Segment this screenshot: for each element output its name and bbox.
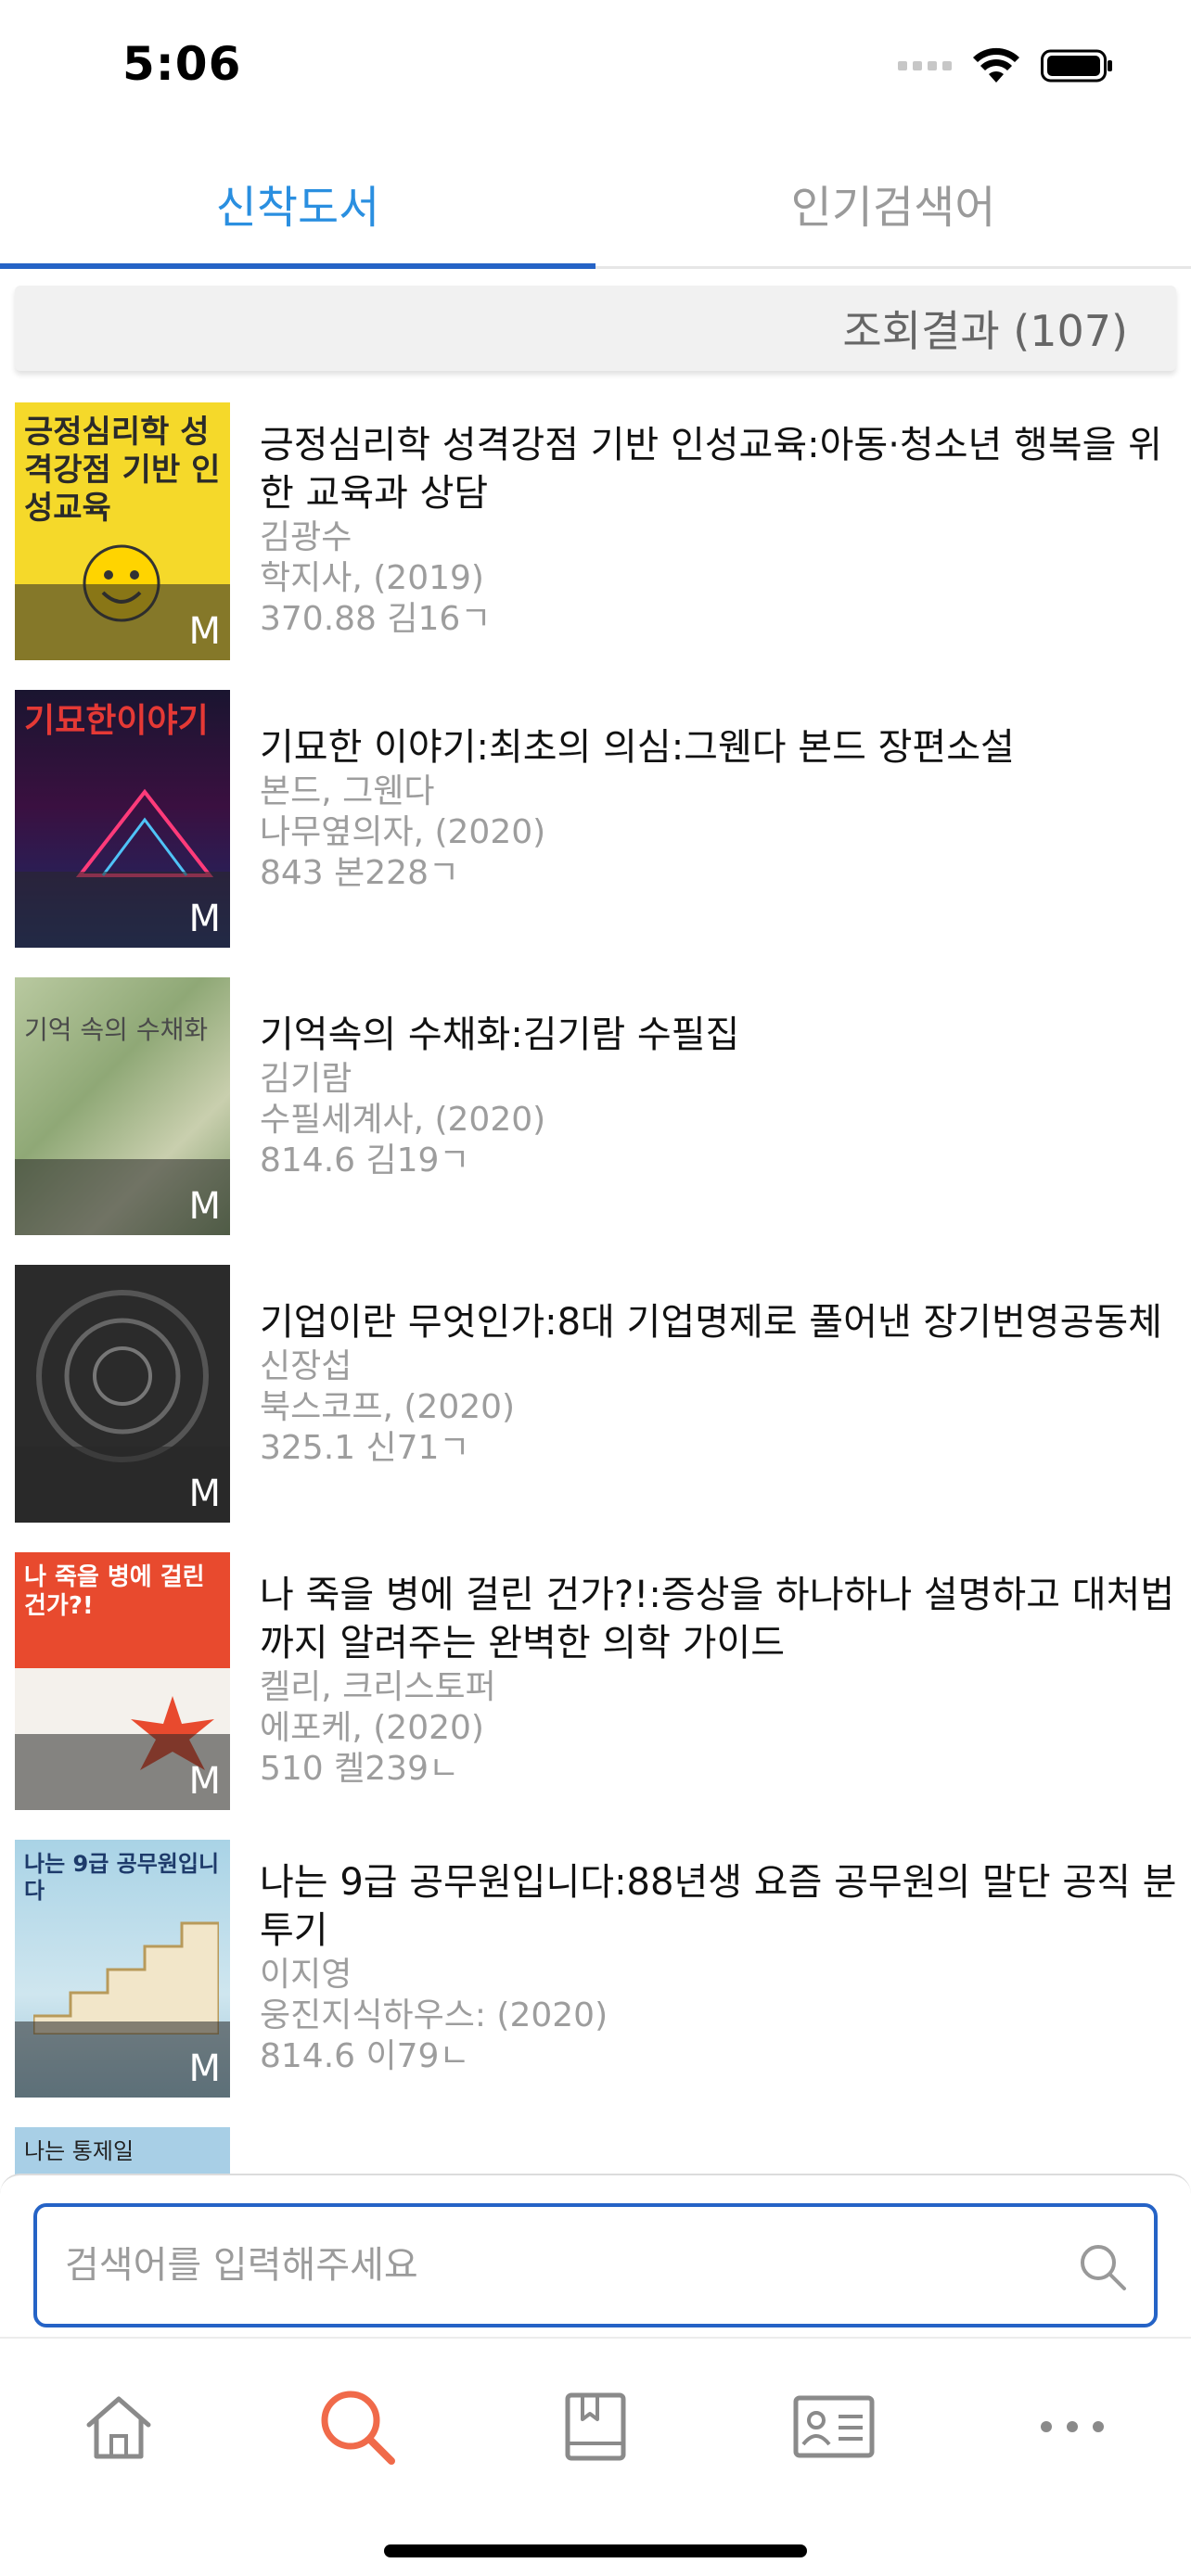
media-badge: M [188, 1760, 221, 1803]
book-author: 김기람 [260, 1060, 352, 1098]
neon-illustration-icon [75, 788, 214, 877]
book-call-number: 510 켈239ㄴ [260, 1750, 460, 1788]
media-badge: M [188, 1473, 221, 1515]
book-cover: 기억 속의 수채화 M [15, 977, 230, 1235]
book-publisher: 에포케, (2020) [260, 1709, 484, 1747]
book-call-number: 843 본228ㄱ [260, 854, 460, 892]
nav-home[interactable] [68, 2376, 170, 2478]
nav-member-card[interactable] [783, 2376, 885, 2478]
battery-icon [1041, 49, 1112, 83]
cover-title: 기억 속의 수채화 [24, 1014, 209, 1045]
book-publisher: 웅진지식하우스: (2020) [260, 1996, 608, 2034]
book-author: 본드, 그웬다 [260, 772, 435, 810]
cover-title: 나는 통제일 [24, 2138, 134, 2164]
book-title[interactable]: 기묘한 이야기:최초의 의심:그웬다 본드 장편소설 [260, 723, 1178, 772]
book-cover: 긍정심리학 성격강점 기반 인성교육 M [15, 402, 230, 660]
circles-illustration-icon [36, 1290, 209, 1462]
home-icon [86, 2396, 151, 2459]
book-list[interactable]: 긍정심리학 성격강점 기반 인성교육 M 긍정심리학 성격강점 기반 인성교육:… [0, 395, 1191, 2175]
more-icon [1041, 2421, 1104, 2432]
search-box[interactable] [33, 2203, 1158, 2327]
book-title[interactable]: 기업이란 무엇인가:8대 기업명제로 풀어낸 장기번영공동체 [260, 1298, 1178, 1346]
book-cover: M [15, 1265, 230, 1523]
media-badge: M [188, 2047, 221, 2090]
book-author: 이지영 [260, 1956, 352, 1994]
status-time: 5:06 [122, 37, 242, 91]
book-author: 신장섭 [260, 1347, 352, 1385]
media-badge: M [188, 1185, 221, 1228]
book-cover: 기묘한이야기 M [15, 690, 230, 948]
cellular-signal-icon [898, 61, 952, 70]
book-author: 켈리, 크리스토퍼 [260, 1668, 496, 1706]
list-item-book-7[interactable]: 나는 통제일 [0, 2123, 1191, 2175]
nav-books[interactable] [544, 2376, 647, 2478]
id-card-icon [793, 2395, 875, 2458]
list-item-book-6[interactable]: 나는 9급 공무원입니다 M 나는 9급 공무원입니다:88년생 요즘 공무원의… [0, 1836, 1191, 2105]
tab-new-books[interactable]: 신착도서 [0, 139, 596, 269]
media-badge: M [188, 898, 221, 940]
list-item-book-5[interactable]: 나 죽을 병에 걸린 건가?! M 나 죽을 병에 걸린 건가?!:증상을 하나… [0, 1549, 1191, 1817]
book-cover: 나는 통제일 [15, 2127, 230, 2175]
search-panel [0, 2174, 1191, 2337]
stairs-illustration-icon [33, 1921, 219, 2034]
book-publisher: 학지사, (2019) [260, 559, 484, 597]
book-cover: 나 죽을 병에 걸린 건가?! M [15, 1552, 230, 1810]
tab-popular-search[interactable]: 인기검색어 [596, 139, 1191, 266]
list-item-book-2[interactable]: 기묘한이야기 M 기묘한 이야기:최초의 의심:그웬다 본드 장편소설 본드, … [0, 686, 1191, 955]
book-title[interactable]: 나 죽을 병에 걸린 건가?!:증상을 하나하나 설명하고 대처법까지 알려주는… [260, 1571, 1178, 1667]
search-input[interactable] [65, 2207, 1048, 2324]
search-icon[interactable] [1076, 2240, 1128, 2292]
cover-title: 나는 9급 공무원입니다 [24, 1851, 220, 1904]
wifi-icon [973, 47, 1019, 83]
home-indicator[interactable] [384, 2544, 807, 2557]
status-indicators [898, 45, 1115, 87]
app-screen: 5:06 신착도서 인기검색어 조회결과 (107) 긍정심리학 성격강점 기반… [0, 0, 1191, 2576]
book-publisher: 나무옆의자, (2020) [260, 813, 546, 851]
bottom-navigation [0, 2337, 1191, 2576]
tab-bar: 신착도서 인기검색어 [0, 139, 1191, 269]
book-call-number: 370.88 김16ㄱ [260, 600, 492, 638]
cover-title: 기묘한이야기 [24, 702, 209, 740]
book-call-number: 325.1 신71ㄱ [260, 1429, 470, 1467]
cover-title: 나 죽을 병에 걸린 건가?! [24, 1563, 205, 1621]
list-item-book-1[interactable]: 긍정심리학 성격강점 기반 인성교육 M 긍정심리학 성격강점 기반 인성교육:… [0, 399, 1191, 668]
nav-search[interactable] [306, 2376, 408, 2478]
search-icon [321, 2391, 395, 2465]
book-publisher: 북스코프, (2020) [260, 1388, 516, 1426]
book-icon [565, 2392, 626, 2461]
cover-title: 긍정심리학 성격강점 기반 인성교육 [24, 414, 221, 527]
nav-more[interactable] [1021, 2376, 1123, 2478]
media-badge: M [188, 610, 221, 653]
book-call-number: 814.6 이79ㄴ [260, 2037, 470, 2075]
book-title[interactable]: 나는 9급 공무원입니다:88년생 요즘 공무원의 말단 공직 분투기 [260, 1858, 1178, 1955]
book-publisher: 수필세계사, (2020) [260, 1101, 546, 1139]
book-cover: 나는 9급 공무원입니다 M [15, 1840, 230, 2098]
list-item-book-3[interactable]: 기억 속의 수채화 M 기억속의 수채화:김기람 수필집 김기람 수필세계사, … [0, 974, 1191, 1243]
status-bar: 5:06 [0, 0, 1191, 130]
book-title[interactable]: 기억속의 수채화:김기람 수필집 [260, 1011, 1178, 1059]
book-author: 김광수 [260, 518, 352, 556]
list-item-book-4[interactable]: M 기업이란 무엇인가:8대 기업명제로 풀어낸 장기번영공동체 신장섭 북스코… [0, 1261, 1191, 1530]
book-title[interactable]: 긍정심리학 성격강점 기반 인성교육:아동·청소년 행복을 위한 교육과 상담 [260, 421, 1178, 517]
book-call-number: 814.6 김19ㄱ [260, 1141, 470, 1180]
result-count: 조회결과 (107) [15, 286, 1176, 371]
